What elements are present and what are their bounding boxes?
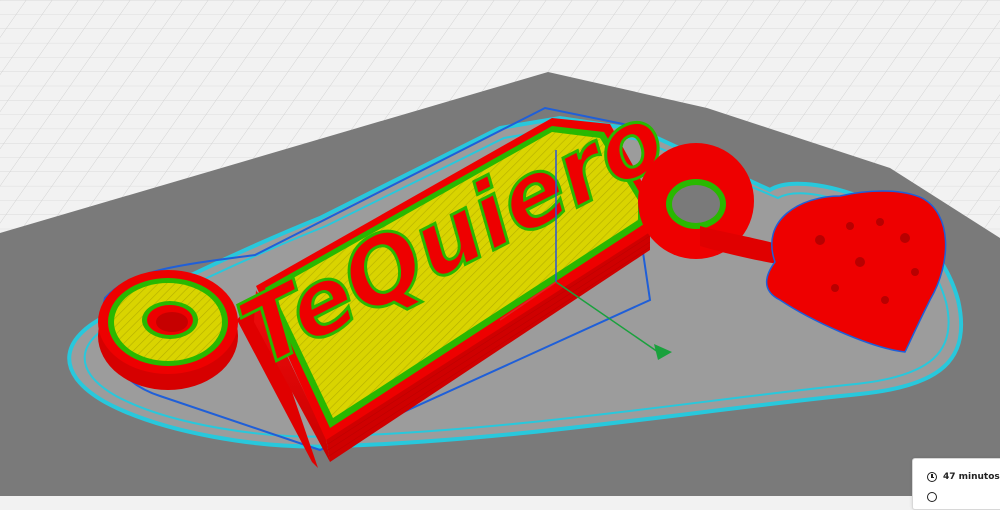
- print-estimate-panel[interactable]: 47 minutos: [912, 458, 1000, 510]
- material-row: [927, 492, 943, 502]
- print-time-row: 47 minutos: [927, 472, 1000, 482]
- ring-tab-hole-inner: [156, 312, 188, 332]
- clock-icon: [927, 472, 937, 482]
- ring-link-hole: [672, 185, 720, 223]
- print-time: 47 minutos: [943, 472, 1000, 482]
- material-icon: [927, 492, 937, 502]
- 3d-viewport[interactable]: TeQuiero: [0, 0, 1000, 496]
